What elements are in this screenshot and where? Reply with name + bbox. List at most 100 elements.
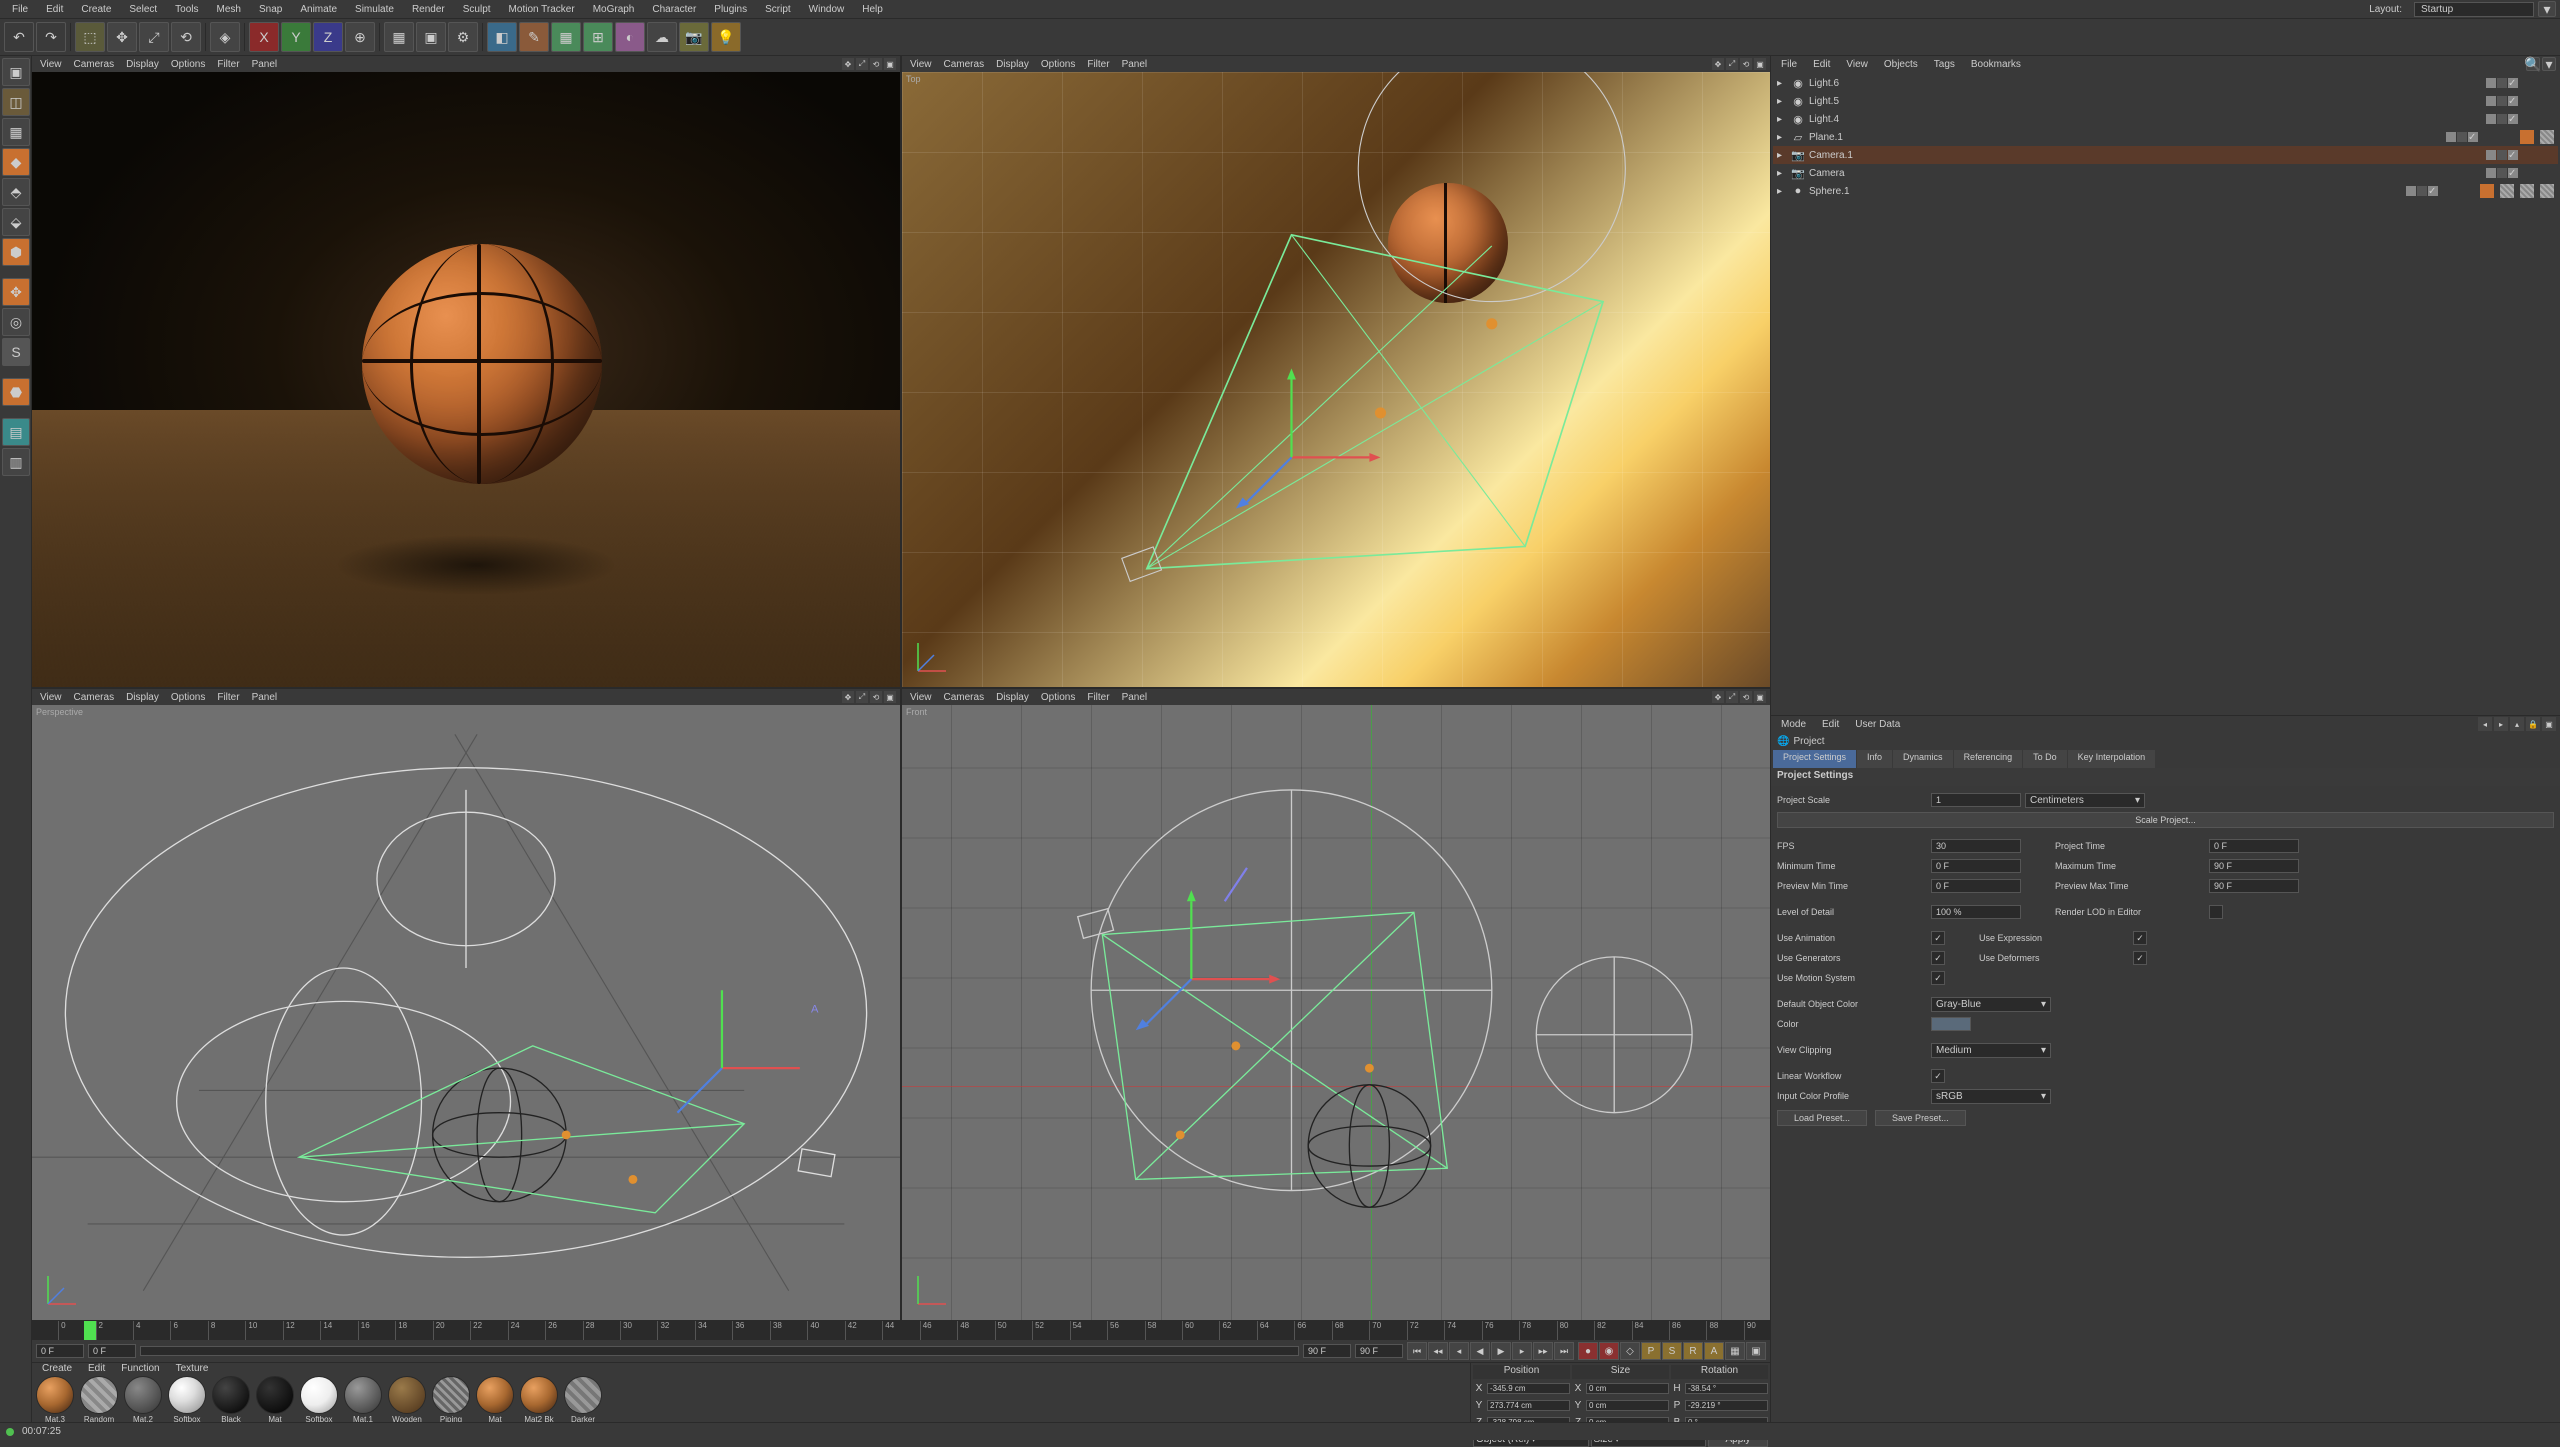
attr-tab-referencing[interactable]: Referencing — [1954, 750, 2023, 768]
vp4-cameras[interactable]: Cameras — [940, 692, 989, 703]
attr-projecttime-input[interactable]: 0 F — [2209, 839, 2299, 853]
vp4-nav4-icon[interactable]: ▣ — [1754, 691, 1766, 703]
render-settings-button[interactable]: ⚙ — [448, 22, 478, 52]
menu-script[interactable]: Script — [757, 2, 799, 17]
vp2-nav1-icon[interactable]: ✥ — [1712, 58, 1724, 70]
x-axis-lock[interactable]: X — [249, 22, 279, 52]
prev-frame-button[interactable]: ◂ — [1449, 1342, 1469, 1360]
vp1-nav2-icon[interactable]: ⤢ — [856, 58, 868, 70]
attr-tab-todo[interactable]: To Do — [2023, 750, 2067, 768]
key-rot-button[interactable]: R — [1683, 1342, 1703, 1360]
vp2-filter[interactable]: Filter — [1083, 59, 1113, 70]
layout-selector[interactable]: Startup — [2414, 2, 2534, 17]
attr-usemotion-checkbox[interactable]: ✓ — [1931, 971, 1945, 985]
vp2-nav2-icon[interactable]: ⤢ — [1726, 58, 1738, 70]
recent-tool[interactable]: ◈ — [210, 22, 240, 52]
menu-tools[interactable]: Tools — [167, 2, 206, 17]
menu-plugins[interactable]: Plugins — [706, 2, 755, 17]
vp2-options[interactable]: Options — [1037, 59, 1079, 70]
coord-size-input[interactable]: 0 cm — [1586, 1383, 1669, 1394]
record-button[interactable]: ● — [1578, 1342, 1598, 1360]
obj-enable-icon[interactable]: ✓ — [2508, 114, 2518, 124]
timeline-ruler[interactable]: 0246810121416182022242628303234363840424… — [32, 1320, 1770, 1340]
render-vis-icon[interactable] — [2417, 186, 2427, 196]
vp4-panel[interactable]: Panel — [1118, 692, 1152, 703]
attr-prevmin-input[interactable]: 0 F — [1931, 879, 2021, 893]
vp3-nav3-icon[interactable]: ⟲ — [870, 691, 882, 703]
timeline-playhead[interactable] — [84, 1321, 96, 1340]
mat-create[interactable]: Create — [36, 1363, 78, 1374]
subdivision-button[interactable]: ▦ — [551, 22, 581, 52]
obj-enable-icon[interactable]: ✓ — [2508, 96, 2518, 106]
material-item[interactable]: Mat.2 — [122, 1376, 164, 1424]
timeline-slider[interactable] — [140, 1346, 1299, 1356]
attr-mode[interactable]: Mode — [1775, 719, 1812, 730]
vp3-view[interactable]: View — [36, 692, 66, 703]
viewport-top-canvas[interactable]: Top — [902, 72, 1770, 687]
expand-icon[interactable]: ▸ — [1777, 150, 1787, 161]
attr-usedef-checkbox[interactable]: ✓ — [2133, 951, 2147, 965]
obj-enable-icon[interactable]: ✓ — [2468, 132, 2478, 142]
vp1-nav1-icon[interactable]: ✥ — [842, 58, 854, 70]
object-tag-icon[interactable] — [2480, 184, 2494, 198]
attr-new-icon[interactable]: ▣ — [2542, 717, 2556, 731]
texture-mode-button[interactable]: ▦ — [2, 118, 30, 146]
vp3-cameras[interactable]: Cameras — [70, 692, 119, 703]
obj-tags[interactable]: Tags — [1928, 59, 1961, 70]
expand-icon[interactable]: ▸ — [1777, 96, 1787, 107]
attr-nav-fwd-icon[interactable]: ▸ — [2494, 717, 2508, 731]
editor-vis-icon[interactable] — [2486, 114, 2496, 124]
attr-lock-icon[interactable]: 🔒 — [2526, 717, 2540, 731]
autokey-button[interactable]: ◉ — [1599, 1342, 1619, 1360]
attr-tab-keyinterp[interactable]: Key Interpolation — [2068, 750, 2156, 768]
vp1-nav4-icon[interactable]: ▣ — [884, 58, 896, 70]
goto-end-button[interactable]: ⏭ — [1554, 1342, 1574, 1360]
mat-texture[interactable]: Texture — [170, 1363, 215, 1374]
vp1-options[interactable]: Options — [167, 59, 209, 70]
environment-button[interactable]: ☁ — [647, 22, 677, 52]
attr-loadpreset-button[interactable]: Load Preset... — [1777, 1110, 1867, 1126]
workplane-button[interactable]: ◆ — [2, 148, 30, 176]
attr-defcolor-select[interactable]: Gray-Blue▾ — [1931, 997, 2051, 1012]
next-frame-button[interactable]: ▸ — [1512, 1342, 1532, 1360]
play-button[interactable]: ▶ — [1491, 1342, 1511, 1360]
material-item[interactable]: Softbox — [166, 1376, 208, 1424]
deformer-button[interactable]: ◐ — [615, 22, 645, 52]
vp3-nav2-icon[interactable]: ⤢ — [856, 691, 868, 703]
vp2-nav4-icon[interactable]: ▣ — [1754, 58, 1766, 70]
keyframe-sel-button[interactable]: ◇ — [1620, 1342, 1640, 1360]
material-item[interactable]: Mat2 Bk — [518, 1376, 560, 1424]
vp2-nav3-icon[interactable]: ⟲ — [1740, 58, 1752, 70]
object-row[interactable]: ▸ 📷 Camera.1 ✓ — [1773, 146, 2558, 164]
render-vis-icon[interactable] — [2497, 114, 2507, 124]
obj-file[interactable]: File — [1775, 59, 1803, 70]
object-row[interactable]: ▸ ▱ Plane.1 ✓ — [1773, 128, 2558, 146]
rotate-tool[interactable]: ⟲ — [171, 22, 201, 52]
object-tag-icon[interactable] — [2540, 130, 2554, 144]
obj-enable-icon[interactable]: ✓ — [2508, 168, 2518, 178]
vp4-nav3-icon[interactable]: ⟲ — [1740, 691, 1752, 703]
timeline-current-field[interactable]: 0 F — [88, 1344, 136, 1358]
menu-edit[interactable]: Edit — [38, 2, 71, 17]
object-tag-icon[interactable] — [2500, 184, 2514, 198]
select-tool[interactable]: ⬚ — [75, 22, 105, 52]
attr-tab-dynamics[interactable]: Dynamics — [1893, 750, 1953, 768]
attr-nav-back-icon[interactable]: ◂ — [2478, 717, 2492, 731]
menu-simulate[interactable]: Simulate — [347, 2, 402, 17]
key-scale-button[interactable]: S — [1662, 1342, 1682, 1360]
attr-inputprofile-select[interactable]: sRGB▾ — [1931, 1089, 2051, 1104]
object-row[interactable]: ▸ ● Sphere.1 ✓ — [1773, 182, 2558, 200]
coord-rot-input[interactable]: -38.54 ° — [1685, 1383, 1768, 1394]
attr-renderlod-checkbox[interactable] — [2209, 905, 2223, 919]
edge-mode-button[interactable]: ⬙ — [2, 208, 30, 236]
play-back-button[interactable]: ◀ — [1470, 1342, 1490, 1360]
material-item[interactable]: Wooden — [386, 1376, 428, 1424]
attr-usegen-checkbox[interactable]: ✓ — [1931, 951, 1945, 965]
editor-vis-icon[interactable] — [2486, 96, 2496, 106]
key-pos-button[interactable]: P — [1641, 1342, 1661, 1360]
z-axis-lock[interactable]: Z — [313, 22, 343, 52]
attr-useexpr-checkbox[interactable]: ✓ — [2133, 931, 2147, 945]
menu-snap[interactable]: Snap — [251, 2, 290, 17]
attr-prevmax-input[interactable]: 90 F — [2209, 879, 2299, 893]
snap-button[interactable]: ◎ — [2, 308, 30, 336]
